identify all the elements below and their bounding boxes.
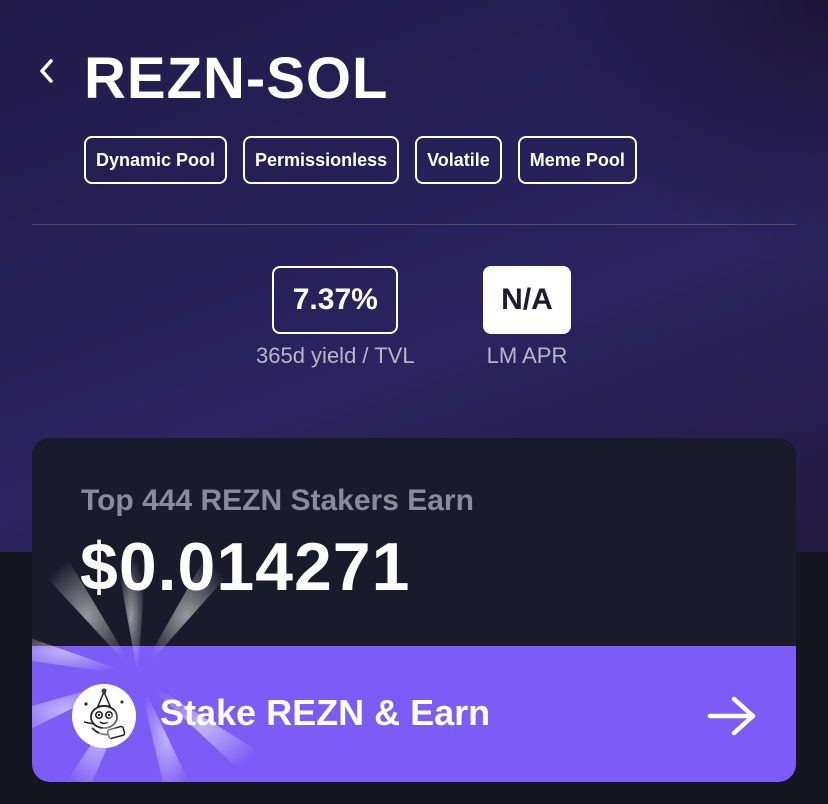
stake-rezn-label: Stake REZN & Earn — [160, 692, 491, 733]
tag-meme-pool: Meme Pool — [517, 136, 637, 184]
stake-card-heading: Top 444 REZN Stakers Earn — [81, 484, 474, 517]
chevron-left-icon — [40, 59, 53, 83]
tag-dynamic-pool: Dynamic Pool — [84, 136, 228, 184]
stake-rezn-button[interactable]: Stake REZN & Earn — [32, 646, 796, 782]
back-button[interactable] — [34, 56, 60, 86]
tag-permissionless: Permissionless — [243, 136, 400, 184]
pool-tags: Dynamic Pool Permissionless Volatile Mem… — [84, 136, 637, 184]
yield-stat: 7.37% 365d yield / TVL — [256, 266, 415, 369]
page-title: REZN-SOL — [84, 46, 389, 111]
lm-apr-label: LM APR — [486, 343, 568, 368]
stake-card-amount: $0.014271 — [80, 529, 411, 605]
lm-apr-value: N/A — [483, 266, 571, 334]
stake-card: Top 444 REZN Stakers Earn $0.014271 Stak — [32, 438, 796, 782]
yield-value: 7.37% — [272, 266, 399, 334]
lm-apr-stat: N/A LM APR — [483, 266, 571, 369]
rezn-mascot-icon — [72, 684, 136, 748]
arrow-right-icon — [707, 696, 756, 736]
yield-label: 365d yield / TVL — [256, 343, 415, 368]
divider — [32, 224, 796, 225]
tag-volatile: Volatile — [415, 136, 502, 184]
